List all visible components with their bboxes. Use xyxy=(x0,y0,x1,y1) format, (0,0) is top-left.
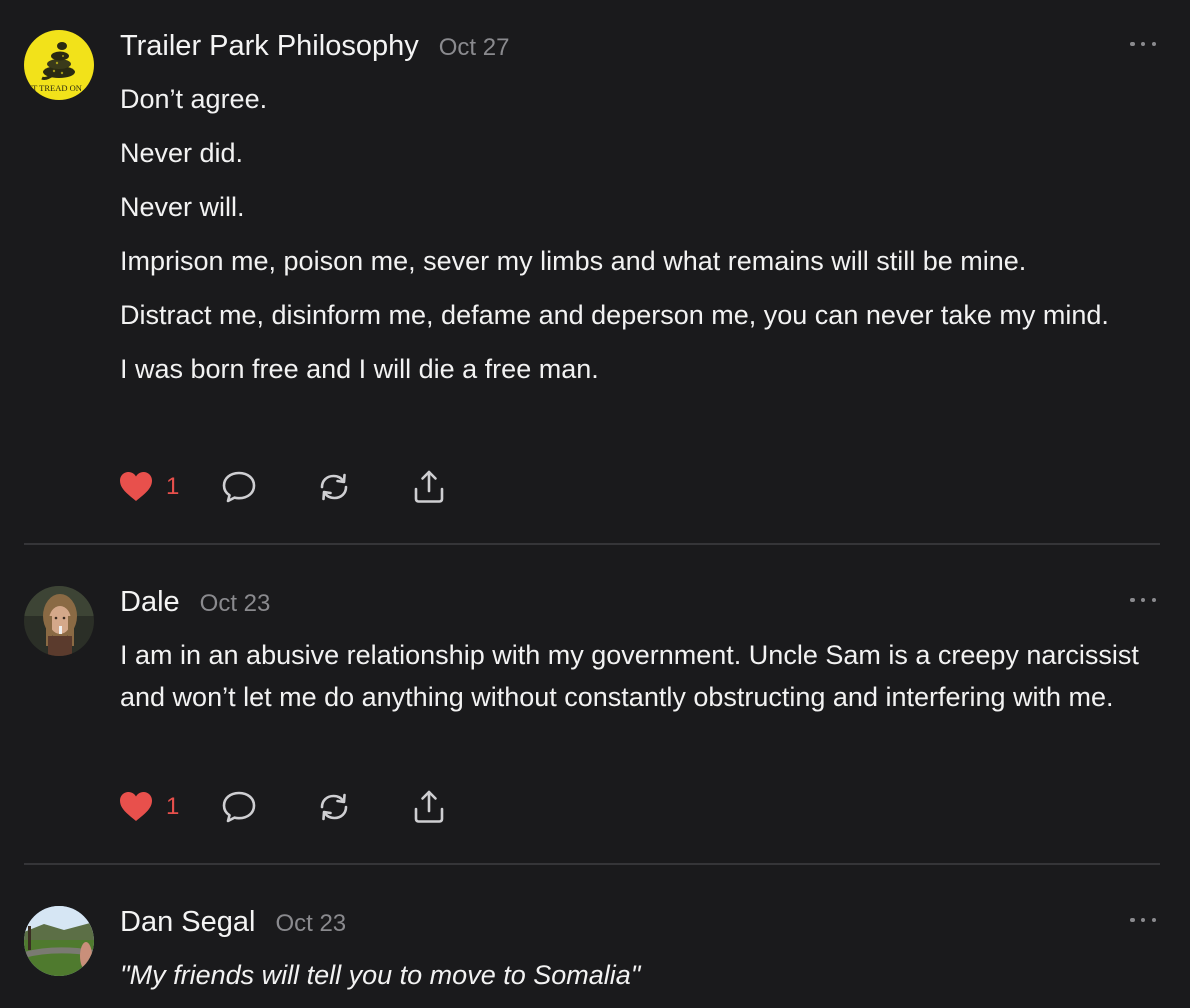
post-body: I am in an abusive relationship with my … xyxy=(120,634,1160,730)
share-button[interactable] xyxy=(411,469,447,505)
author-avatar[interactable]: NT TREAD ON xyxy=(24,30,94,100)
post-actions: 1 xyxy=(118,787,447,827)
post-actions: 1 xyxy=(118,467,447,507)
post-paragraph: "My friends will tell you to move to Som… xyxy=(120,960,641,990)
more-dot xyxy=(1140,41,1146,47)
share-upload-icon xyxy=(415,470,444,503)
more-dot xyxy=(1151,597,1156,603)
post-paragraph: Don’t agree. xyxy=(120,84,268,114)
share-button[interactable] xyxy=(411,789,447,825)
post-paragraph: Never will. xyxy=(120,192,245,222)
more-dots-icon xyxy=(1130,41,1135,47)
author-name[interactable]: Trailer Park Philosophy xyxy=(120,30,419,63)
post-paragraph: I was born free and I will die a free ma… xyxy=(120,354,599,384)
comment-button[interactable] xyxy=(221,790,257,824)
post-divider xyxy=(24,863,1160,865)
like-count: 1 xyxy=(166,473,180,500)
like-count: 1 xyxy=(166,793,180,820)
comment-button[interactable] xyxy=(221,470,257,504)
post-header: Dale Oct 23 xyxy=(120,586,270,626)
more-dot xyxy=(1140,597,1146,603)
author-name[interactable]: Dan Segal xyxy=(120,906,255,939)
gadsden-flag-avatar-icon: NT TREAD ON xyxy=(24,30,94,100)
post-header: Trailer Park Philosophy Oct 27 xyxy=(120,30,509,70)
post-paragraph: Distract me, disinform me, defame and de… xyxy=(120,300,1109,330)
more-dots-icon xyxy=(1130,597,1135,603)
restack-button[interactable] xyxy=(316,470,352,504)
post-date[interactable]: Oct 23 xyxy=(275,910,346,938)
post-dale: Dale Oct 23 I am in an abusive relations… xyxy=(0,586,1190,846)
landscape-photo-avatar-icon xyxy=(24,906,94,976)
person-photo-avatar-icon xyxy=(24,586,94,656)
post-header: Dan Segal Oct 23 xyxy=(120,906,346,946)
author-avatar[interactable] xyxy=(24,906,94,976)
post-body: "My friends will tell you to move to Som… xyxy=(120,954,1170,1008)
post-paragraph: I am in an abusive relationship with my … xyxy=(120,640,1139,712)
more-options-button[interactable] xyxy=(1130,34,1156,54)
author-avatar[interactable] xyxy=(24,586,94,656)
restack-button[interactable] xyxy=(316,790,352,824)
like-button[interactable]: 1 xyxy=(118,790,179,824)
heart-icon xyxy=(120,792,152,821)
heart-icon xyxy=(120,472,152,501)
restack-arrows-icon xyxy=(321,793,348,821)
more-dot xyxy=(1151,41,1156,47)
post-paragraph: Never did. xyxy=(120,138,244,168)
more-dot xyxy=(1151,917,1156,923)
more-options-button[interactable] xyxy=(1130,590,1156,610)
post-trailer-park-philosophy: NT TREAD ON Trailer Park Philosophy Oct … xyxy=(0,30,1190,530)
more-dot xyxy=(1140,917,1146,923)
comment-bubble-icon xyxy=(223,791,256,823)
author-name[interactable]: Dale xyxy=(120,586,180,619)
more-options-button[interactable] xyxy=(1130,910,1156,930)
post-paragraph: Imprison me, poison me, sever my limbs a… xyxy=(120,246,1027,276)
post-date[interactable]: Oct 23 xyxy=(200,590,271,618)
post-divider xyxy=(24,543,1160,545)
restack-arrows-icon xyxy=(321,473,348,501)
post-dan-segal: Dan Segal Oct 23 "My friends will tell y… xyxy=(0,906,1190,1006)
post-body: Don’t agree. Never did. Never will. Impr… xyxy=(120,78,1170,402)
comment-bubble-icon xyxy=(223,471,256,503)
share-upload-icon xyxy=(415,790,444,823)
comment-feed: NT TREAD ON Trailer Park Philosophy Oct … xyxy=(0,0,1190,1006)
more-dots-icon xyxy=(1130,917,1135,923)
post-date[interactable]: Oct 27 xyxy=(439,34,510,62)
avatar-caption: NT TREAD ON xyxy=(26,83,82,93)
like-button[interactable]: 1 xyxy=(118,470,179,504)
